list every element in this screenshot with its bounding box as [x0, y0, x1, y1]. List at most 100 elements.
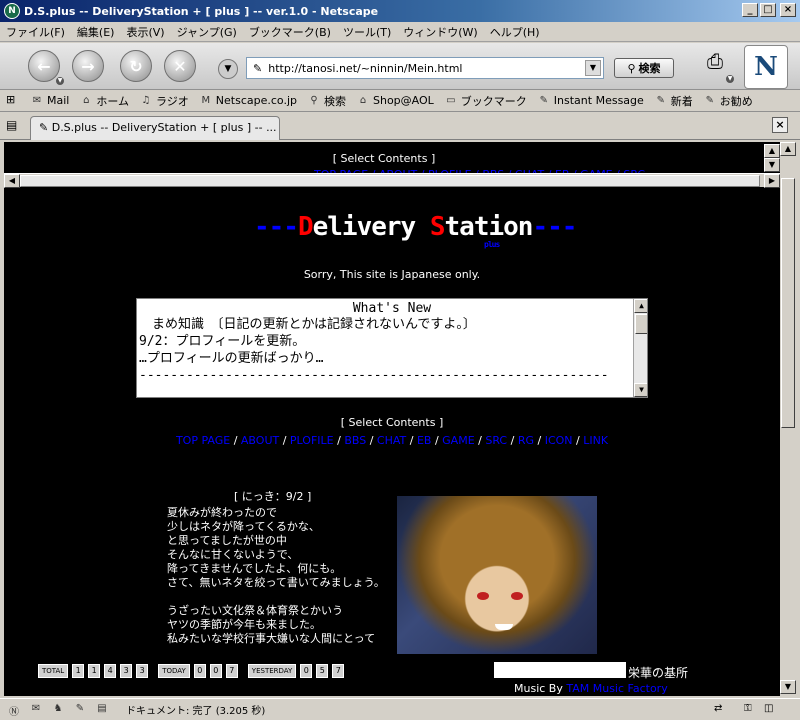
headphones-icon: ♫: [141, 94, 151, 106]
bookmark-shop[interactable]: ⌂ Shop@AOL: [356, 94, 434, 107]
diary-line: うざったい文化祭＆体育祭とかいう: [167, 604, 343, 617]
nav-link-game[interactable]: GAME: [442, 434, 475, 447]
nav-link-about[interactable]: ABOUT: [241, 434, 279, 447]
whats-new-scrollbar[interactable]: ▲ ▼: [633, 299, 647, 397]
print-dropdown-icon[interactable]: ▼: [726, 75, 734, 83]
new-tab-icon[interactable]: ▤: [6, 118, 24, 134]
diary-text: 夏休みが終わったので 少しはネタが降ってくるかな、 と思ってましたが世の中 そん…: [167, 506, 397, 652]
scroll-right-button[interactable]: ▶: [764, 174, 780, 188]
reload-icon: ↻: [129, 56, 143, 76]
frame-scroll-up-button[interactable]: ▲: [764, 144, 780, 158]
bookmark-instant-message[interactable]: ✎ Instant Message: [537, 94, 644, 107]
whats-new-line: まめ知識 〔日記の更新とかは記録されないんですよ。〕: [139, 317, 476, 332]
menu-bookmarks[interactable]: ブックマーク(B): [249, 24, 331, 40]
nav-link-link[interactable]: LINK: [583, 434, 608, 447]
menu-view[interactable]: 表示(V): [126, 24, 164, 40]
page-content: [ Select Contents ] TOP PAGE / ABOUT / P…: [4, 142, 780, 696]
counter-digit: 3: [120, 664, 133, 678]
online-status-icon[interactable]: ⇄: [714, 703, 734, 717]
nav-link-top-page[interactable]: TOP PAGE: [176, 434, 230, 447]
menu-file[interactable]: ファイル(F): [6, 24, 65, 40]
menu-help[interactable]: ヘルプ(H): [490, 24, 540, 40]
menu-go[interactable]: ジャンプ(G): [177, 24, 237, 40]
navigator-icon[interactable]: Ⓝ: [6, 703, 22, 718]
frame-horizontal-scrollbar[interactable]: ◀ ▶: [4, 173, 780, 188]
character-illustration: [397, 496, 597, 654]
nav-link-profile[interactable]: PLOFILE: [290, 434, 334, 447]
back-button[interactable]: ←: [28, 50, 60, 82]
nav-link-eb[interactable]: EB: [417, 434, 432, 447]
nav-link-bbs[interactable]: BBS: [344, 434, 366, 447]
composer-icon[interactable]: ✎: [72, 703, 88, 717]
frame-scroll-down-button[interactable]: ▼: [764, 158, 780, 172]
search-button[interactable]: ⚲ 検索: [614, 58, 674, 78]
menu-edit[interactable]: 編集(E): [77, 24, 115, 40]
title-bar: N D.S.plus -- DeliveryStation + [ plus ]…: [0, 0, 800, 22]
page-scroll-up-button[interactable]: ▲: [780, 142, 796, 156]
minimize-button[interactable]: _: [742, 3, 758, 17]
my-icon: M: [201, 94, 211, 106]
diary-line: 少しはネタが降ってくるかな、: [167, 520, 320, 533]
bookmark-search[interactable]: ⚲ 検索: [307, 93, 346, 109]
maximize-button[interactable]: □: [760, 3, 776, 17]
back-history-icon[interactable]: ▼: [56, 77, 64, 85]
mail-icon[interactable]: ✉: [28, 703, 44, 717]
whats-new-title: What's New: [352, 301, 432, 316]
diary-line: 降ってきませんでしたよ、何にも。: [167, 562, 342, 575]
music-credit: Music By TAM Music Factory: [514, 682, 668, 695]
counter-total-label: TOTAL: [38, 664, 69, 678]
bookmark-radio[interactable]: ♫ ラジオ: [139, 93, 189, 109]
bookmark-new[interactable]: ✎ 新着: [654, 93, 693, 109]
menu-bar: ファイル(F) 編集(E) 表示(V) ジャンプ(G) ブックマーク(B) ツー…: [0, 22, 800, 42]
whats-new-box[interactable]: What's New まめ知識 〔日記の更新とかは記録されないんですよ。〕 9/…: [136, 298, 648, 398]
menu-tools[interactable]: ツール(T): [343, 24, 391, 40]
music-player-box[interactable]: [494, 662, 626, 678]
scroll-left-button[interactable]: ◀: [4, 174, 20, 188]
counter-digit: 0: [209, 664, 222, 678]
whats-new-line: ----------------------------------------…: [139, 368, 609, 383]
status-icon[interactable]: ◫: [764, 703, 780, 717]
diary-heading: [ にっき：9/2 ]: [234, 490, 312, 503]
tab-bar: ▤ ✎ D.S.plus -- DeliveryStation + [ plus…: [0, 113, 800, 140]
bookmark-home[interactable]: ⌂ ホーム: [79, 93, 129, 109]
nav-link-rg[interactable]: RG: [518, 434, 534, 447]
close-tab-button[interactable]: ×: [772, 117, 788, 133]
nav-link-src[interactable]: SRC: [485, 434, 507, 447]
page-vertical-scrollbar[interactable]: ▲ ▼: [780, 142, 796, 696]
logo-plus: plus: [484, 240, 500, 249]
bookmark-netscape[interactable]: M Netscape.co.jp: [199, 94, 297, 107]
diary-line: さて、無いネタを絞って書いてみましょう。: [167, 576, 385, 589]
url-field[interactable]: ✎ http://tanosi.net/~ninnin/Mein.html ▼: [246, 57, 604, 79]
bookmark-recommend[interactable]: ✎ お勧め: [703, 93, 753, 109]
close-button[interactable]: ×: [780, 3, 796, 17]
bookmark-bookmarks[interactable]: ▭ ブックマーク: [444, 93, 527, 109]
menu-window[interactable]: ウィンドウ(W): [403, 24, 477, 40]
select-contents-heading: [ Select Contents ]: [340, 416, 444, 429]
horizontal-scroll-thumb[interactable]: [20, 175, 760, 187]
tab-active[interactable]: ✎ D.S.plus -- DeliveryStation + [ plus ]…: [30, 116, 280, 140]
whats-new-scroll-up[interactable]: ▲: [634, 299, 647, 313]
bookmark-mail[interactable]: ✉ Mail: [30, 94, 70, 107]
counter-digit: 3: [136, 664, 149, 678]
page-scroll-down-button[interactable]: ▼: [780, 680, 796, 694]
whats-new-scroll-thumb[interactable]: [635, 314, 647, 334]
link-icon: ✎: [656, 94, 665, 106]
stop-button[interactable]: ✕: [164, 50, 196, 82]
netscape-app-icon[interactable]: N: [4, 3, 20, 19]
nav-link-chat[interactable]: CHAT: [377, 434, 406, 447]
toolbar-grippy-icon[interactable]: ⊞: [6, 93, 24, 109]
whats-new-scroll-down[interactable]: ▼: [634, 383, 647, 397]
nav-link-icon[interactable]: ICON: [545, 434, 573, 447]
page-proxy-icon[interactable]: ✎: [253, 62, 262, 75]
netscape-logo-icon[interactable]: N: [744, 45, 788, 89]
security-lock-icon[interactable]: ⚿: [744, 703, 760, 717]
reload-button[interactable]: ↻: [120, 50, 152, 82]
music-credit-link[interactable]: TAM Music Factory: [566, 682, 667, 695]
forward-button[interactable]: →: [72, 50, 104, 82]
url-dropdown-icon[interactable]: ▼: [585, 60, 601, 76]
address-book-icon[interactable]: ▤: [94, 703, 110, 717]
aim-icon[interactable]: ♞: [50, 703, 66, 717]
page-scroll-thumb[interactable]: [781, 178, 795, 428]
history-dropdown-icon[interactable]: ▼: [218, 59, 238, 79]
print-icon[interactable]: ⎙: [700, 49, 730, 73]
